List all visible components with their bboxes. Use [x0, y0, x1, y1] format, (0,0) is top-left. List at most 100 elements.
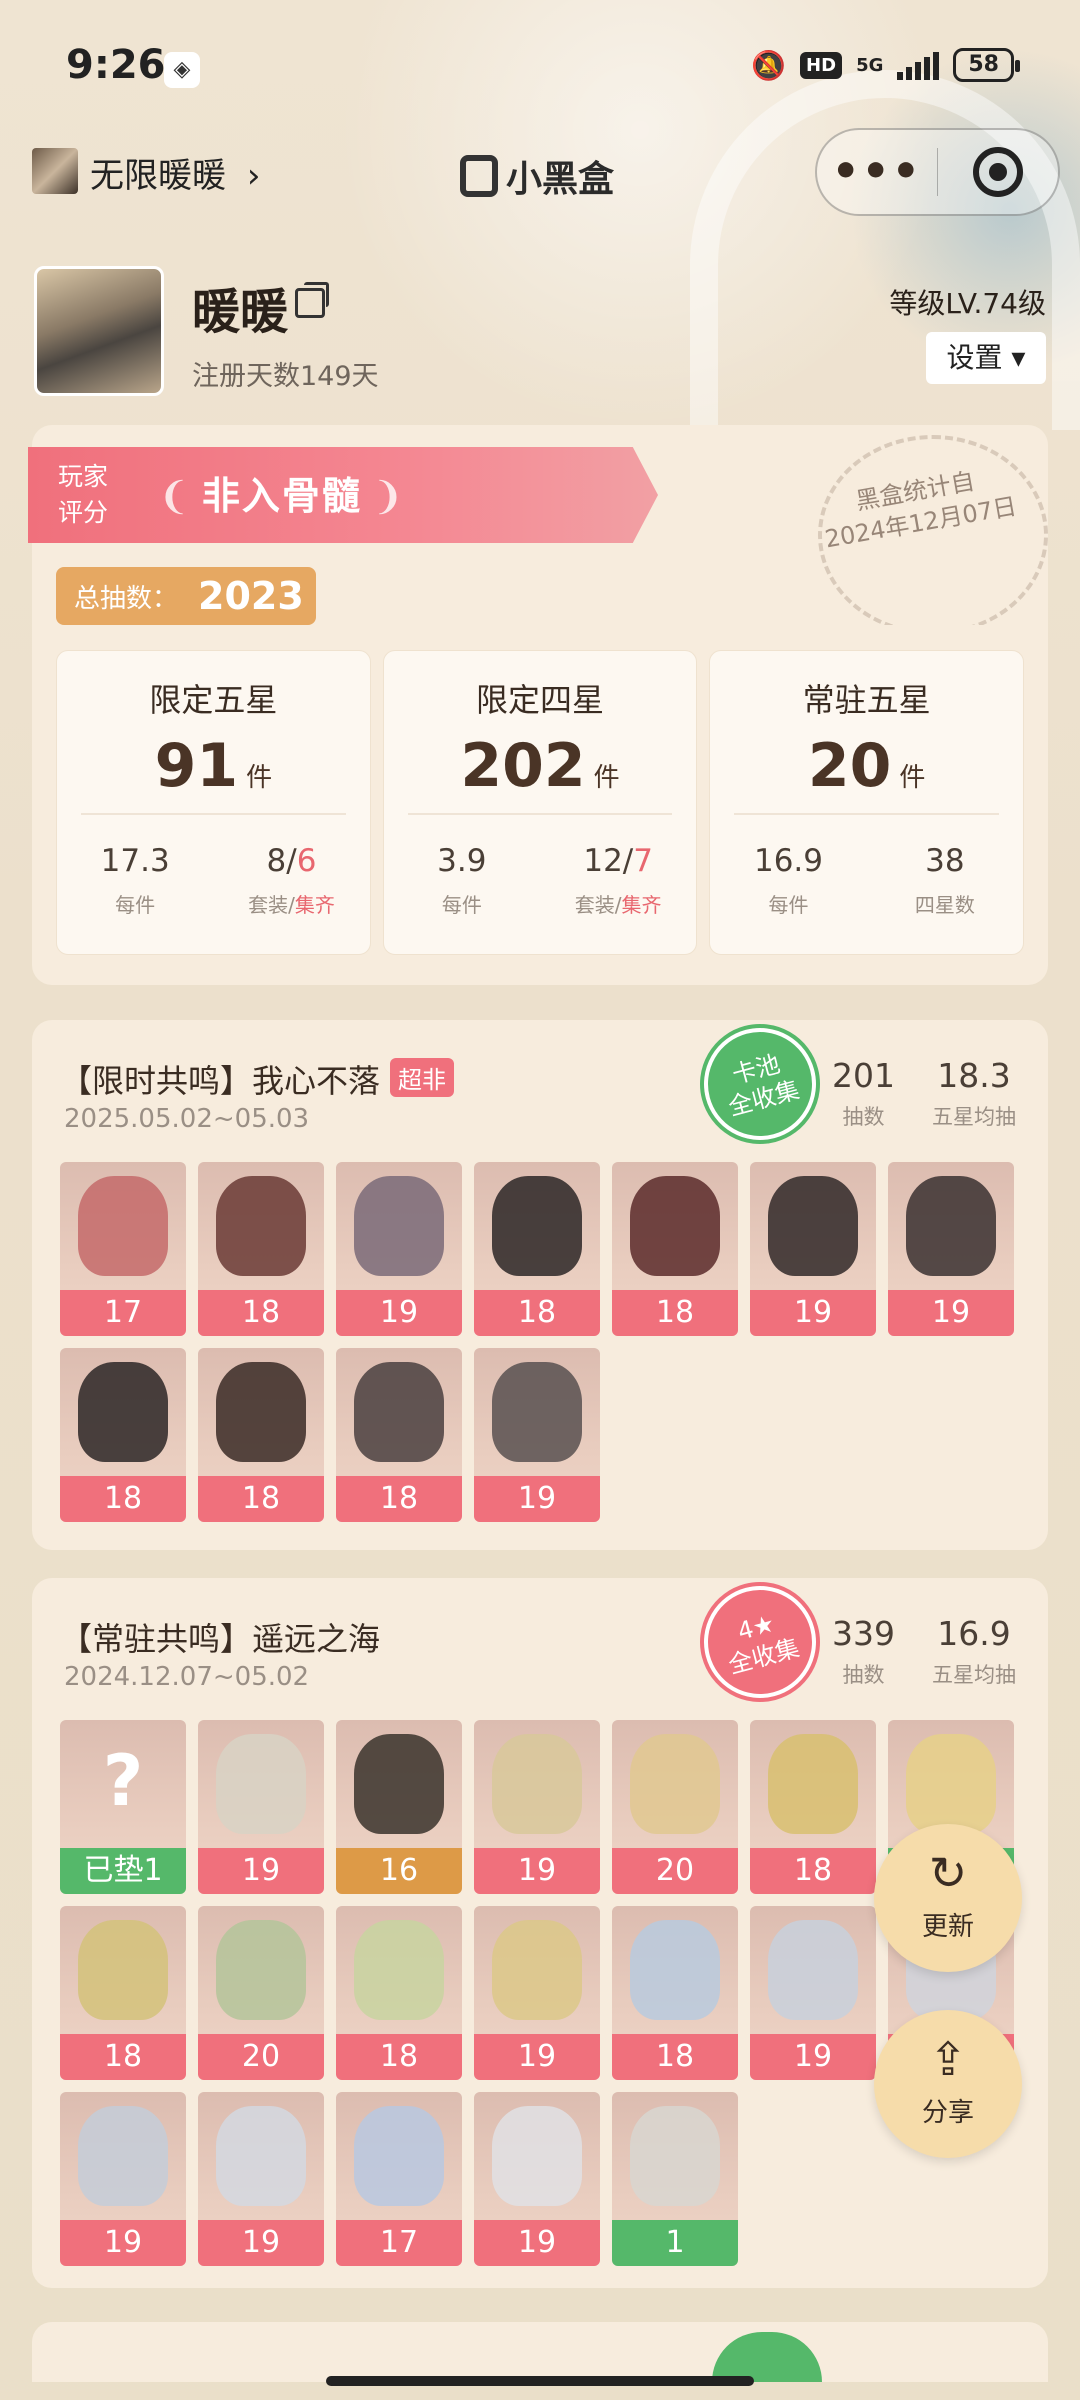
pool-item[interactable]: 17	[336, 2092, 462, 2266]
item-thumbnail	[216, 1362, 306, 1462]
pool-draws-key: 抽数	[842, 1105, 885, 1129]
hd-icon: HD	[800, 51, 843, 79]
pool-item-grid: ?已垫119161920181918201819181920191917191	[60, 1720, 1014, 2266]
stat-box-limited-5star: 限定五星 91 件 17.3 每件 8/6 套装/集齐	[56, 650, 371, 955]
sub-value: 8/	[266, 843, 297, 879]
item-draw-count: 17	[336, 2220, 462, 2266]
pool-item[interactable]: 18	[60, 1348, 186, 1522]
sub-value: 3.9	[437, 843, 487, 879]
refresh-icon: ↻	[928, 1846, 968, 1900]
pool-item[interactable]: 19	[198, 2092, 324, 2266]
luck-tag: 超非	[390, 1058, 455, 1097]
item-thumbnail	[492, 2106, 582, 2206]
stat-sub-per-item: 16.9 每件	[710, 843, 866, 918]
game-icon[interactable]	[32, 148, 78, 194]
pool-item[interactable]: 18	[60, 1906, 186, 2080]
pool-item[interactable]: 18	[750, 1720, 876, 1894]
count-number: 91	[154, 731, 239, 801]
item-draw-count: 18	[60, 1476, 186, 1522]
game-switch[interactable]: 无限暖暖 ›	[90, 148, 260, 197]
count-unit: 件	[246, 763, 273, 793]
close-mini-program-button[interactable]	[938, 147, 1058, 197]
more-options-button[interactable]: •••	[817, 150, 937, 194]
share-button[interactable]: ⇪ 分享	[874, 2010, 1022, 2158]
sub-key-highlight: 集齐	[621, 893, 662, 917]
pool-item[interactable]: 18	[336, 1906, 462, 2080]
avatar[interactable]	[34, 266, 164, 396]
next-pool-card-peek	[32, 2322, 1048, 2382]
pool-item[interactable]: 16	[336, 1720, 462, 1894]
sub-value-highlight: 7	[633, 843, 653, 879]
question-icon: ?	[102, 1740, 144, 1822]
pool-avg-value: 16.9	[937, 1614, 1011, 1653]
pool-title-text: 【限时共鸣】我心不落	[60, 1062, 381, 1100]
pool-item[interactable]: 20	[198, 1906, 324, 2080]
pool-item-grid: 17 18 19 18 18 19 19 18 18 18 19	[60, 1162, 1014, 1522]
pool-item[interactable]: 19	[888, 1162, 1014, 1336]
item-draw-count: 18	[750, 1848, 876, 1894]
nickname: 暖暖	[192, 284, 289, 340]
level-label: 等级LV.74级	[889, 287, 1046, 320]
pool-item[interactable]: 19	[474, 2092, 600, 2266]
brand-name: 小黑盒	[506, 159, 615, 200]
pool-date: 2024.12.07~05.02	[64, 1662, 310, 1692]
settings-dropdown[interactable]: 设置 ▾	[926, 332, 1046, 384]
pool-item[interactable]: 18	[612, 1162, 738, 1336]
count-unit: 件	[593, 763, 620, 793]
pool-item[interactable]: 19	[60, 2092, 186, 2266]
item-draw-count: 19	[198, 1848, 324, 1894]
network-label: 5G	[856, 54, 884, 76]
item-draw-count: 18	[336, 1476, 462, 1522]
top-nav: 无限暖暖 › 小黑盒 •••	[0, 128, 1080, 218]
item-draw-count: 19	[60, 2220, 186, 2266]
item-draw-count: 16	[336, 1848, 462, 1894]
pool-item[interactable]: 18	[336, 1348, 462, 1522]
share-icon: ⇪	[928, 2032, 968, 2086]
item-draw-count: 19	[474, 1848, 600, 1894]
refresh-button[interactable]: ↻ 更新	[874, 1824, 1022, 1972]
item-draw-count: 17	[60, 1290, 186, 1336]
pool-item[interactable]: 19	[474, 1906, 600, 2080]
pool-draws-value: 201	[832, 1056, 895, 1095]
pool-item[interactable]: 18	[198, 1348, 324, 1522]
item-thumbnail	[216, 1176, 306, 1276]
pool-item[interactable]: ? 已垫1	[60, 1720, 186, 1894]
stat-box-count: 20 件	[710, 731, 1023, 801]
pool-item[interactable]: 19	[474, 1348, 600, 1522]
game-name: 无限暖暖	[90, 156, 226, 196]
pool-item[interactable]: 20	[612, 1720, 738, 1894]
status-icons: 🔕 HD 5G 58	[751, 48, 1020, 82]
rating-label-line-1: 玩家	[58, 462, 109, 491]
pool-item[interactable]: 18	[612, 1906, 738, 2080]
item-thumbnail	[78, 1920, 168, 2020]
home-indicator[interactable]	[326, 2376, 754, 2386]
rating-label-line-2: 评分	[58, 498, 109, 527]
copy-icon[interactable]	[295, 282, 329, 318]
pool-item[interactable]: 1	[612, 2092, 738, 2266]
brand-logo: 小黑盒	[460, 150, 614, 202]
pool-card-limited[interactable]: 【限时共鸣】我心不落 超非 2025.05.02~05.03 卡池 全收集 201 抽…	[32, 1010, 1048, 1550]
total-draws-label: 总抽数：	[74, 583, 179, 614]
item-draw-count: 1	[612, 2220, 738, 2266]
item-draw-count: 19	[888, 1290, 1014, 1336]
sub-key: 每件	[115, 893, 156, 917]
pool-draws-key: 抽数	[842, 1663, 885, 1687]
sub-key: 四星数	[914, 893, 975, 917]
pool-item[interactable]: 18	[474, 1162, 600, 1336]
item-thumbnail	[906, 1176, 996, 1276]
pool-item[interactable]: 19	[198, 1720, 324, 1894]
item-thumbnail	[78, 2106, 168, 2206]
sub-key: 每件	[441, 893, 482, 917]
pool-item[interactable]: 19	[750, 1162, 876, 1336]
pool-avg-key: 五星均抽	[932, 1663, 1016, 1687]
item-thumbnail	[492, 1362, 582, 1462]
pool-item[interactable]: 18	[198, 1162, 324, 1336]
item-thumbnail	[354, 1920, 444, 2020]
pool-item[interactable]: 17	[60, 1162, 186, 1336]
item-thumbnail	[216, 2106, 306, 2206]
pool-item[interactable]: 19	[750, 1906, 876, 2080]
item-draw-count: 19	[474, 2034, 600, 2080]
pool-item[interactable]: 19	[474, 1720, 600, 1894]
pool-item[interactable]: 19	[336, 1162, 462, 1336]
register-days: 注册天数149天	[192, 361, 379, 392]
